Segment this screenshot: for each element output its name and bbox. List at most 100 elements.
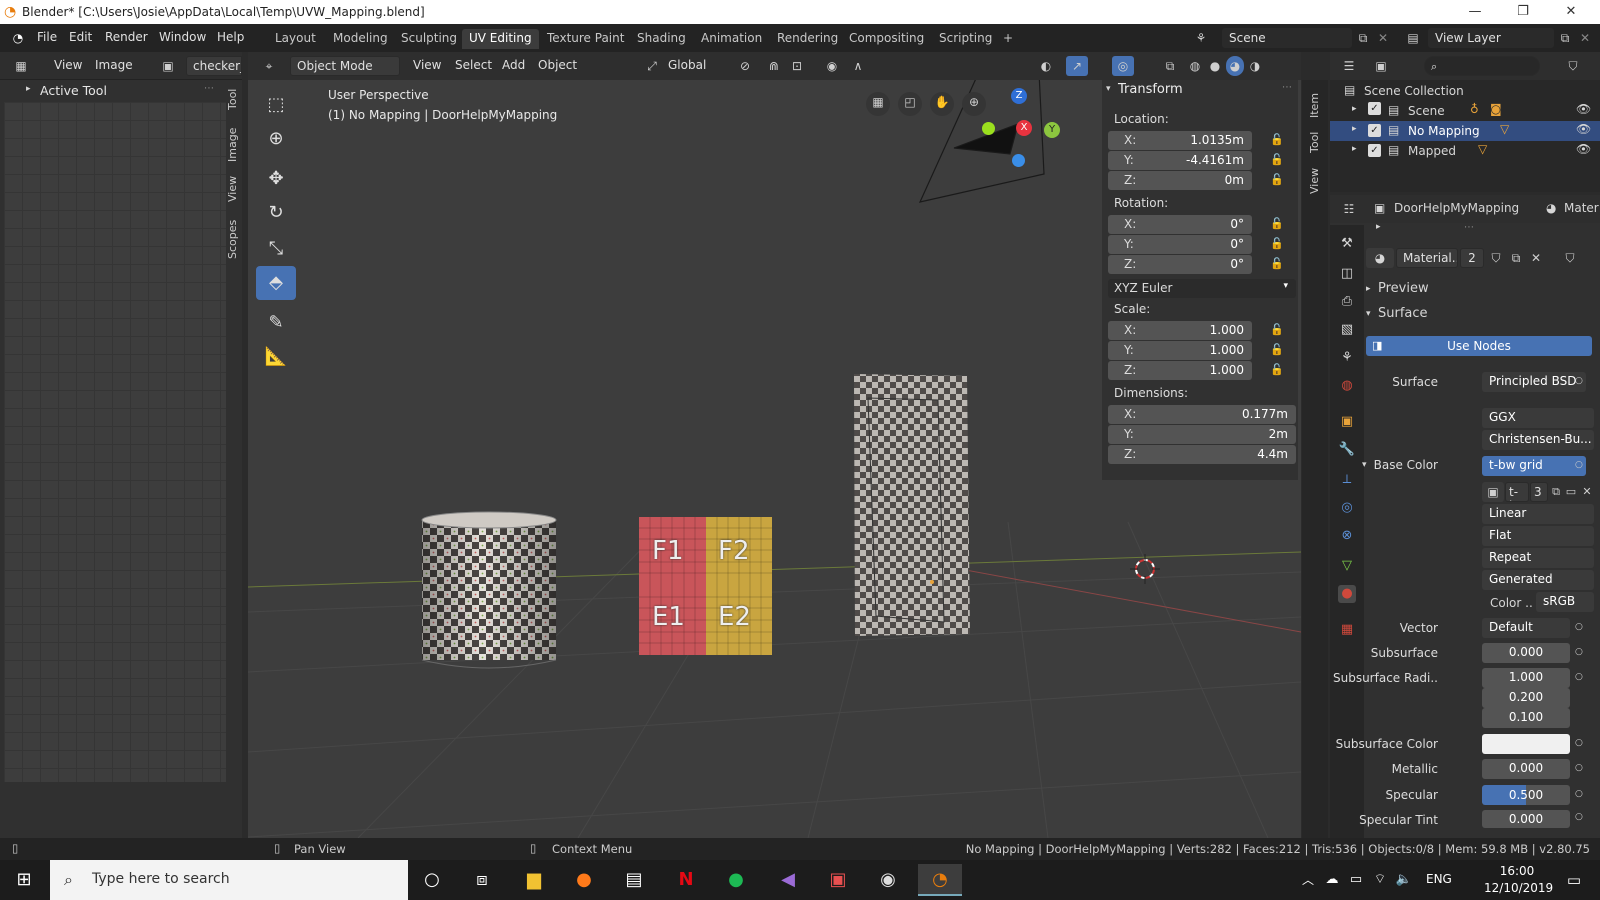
tab-compositing[interactable]: Compositing [842, 29, 931, 49]
specular-tint-field[interactable]: 0.000 [1482, 810, 1570, 828]
socket-dot-icon[interactable]: ○ [1575, 460, 1583, 470]
menu-render[interactable]: Render [105, 30, 148, 44]
constraints-icon[interactable]: ⊗ [1338, 527, 1356, 545]
netflix-icon[interactable]: N [664, 864, 708, 896]
tab-scripting[interactable]: Scripting [932, 29, 999, 49]
socket-dot-icon[interactable]: ○ [1575, 812, 1583, 822]
lock-icon[interactable]: 🔓 [1270, 257, 1284, 270]
viewport-menu-select[interactable]: Select [455, 58, 492, 72]
xray-icon[interactable]: ⧉ [1160, 56, 1180, 76]
overlay-toggle-icon[interactable]: ◎ [1112, 56, 1134, 76]
scene-icon[interactable]: ⚘ [1190, 28, 1212, 48]
specular-slider[interactable]: 0.500 [1482, 785, 1570, 805]
gizmo-z-axis[interactable]: Z [1011, 88, 1027, 104]
lock-icon[interactable]: 🔓 [1270, 217, 1284, 230]
navigation-gizmo[interactable]: Z X Y [978, 88, 1068, 178]
task-view-icon[interactable]: ⧈ [460, 864, 504, 896]
transform-collapse-icon[interactable]: ▾ [1106, 84, 1111, 94]
lock-icon[interactable]: 🔓 [1270, 343, 1284, 356]
image-name-field[interactable]: checker_i [186, 56, 242, 76]
socket-dot-icon[interactable]: ○ [1575, 672, 1583, 682]
move-tool[interactable]: ✥ [256, 162, 296, 196]
subsurface-radius-x-field[interactable]: 1.000 [1482, 668, 1570, 688]
physics-icon[interactable]: ◎ [1338, 499, 1356, 517]
socket-dot-icon[interactable]: ○ [1575, 622, 1583, 632]
eye-icon[interactable]: 👁 [1576, 142, 1591, 156]
uv-menu-image[interactable]: Image [95, 58, 133, 72]
wireframe-shading-icon[interactable]: ◍ [1186, 56, 1204, 76]
tree-row-scene[interactable]: ▸ ✓ ▤ Scene ♁ ◙ 👁 [1330, 101, 1600, 121]
world-icon[interactable]: ◍ [1338, 377, 1356, 395]
annotate-tool[interactable]: ✎ [256, 306, 296, 340]
file-explorer-icon[interactable]: ▆ [512, 864, 556, 896]
lock-icon[interactable]: 🔓 [1270, 133, 1284, 146]
tab-uv-editing[interactable]: UV Editing [462, 29, 539, 49]
3d-cursor[interactable] [1130, 554, 1160, 584]
subsurface-color-swatch[interactable] [1482, 734, 1570, 754]
falloff-icon[interactable]: ∧ [844, 56, 872, 76]
door-object[interactable] [854, 374, 970, 636]
notifications-icon[interactable]: ▭ [1554, 864, 1594, 896]
unlink-icon[interactable]: ✕ [1526, 248, 1546, 268]
render-icon[interactable]: ◫ [1338, 265, 1356, 283]
base-color-texture-field[interactable]: t-bw grid [1482, 456, 1586, 476]
tab-animation[interactable]: Animation [694, 29, 769, 49]
expand-arrow-icon[interactable]: ▸ [1352, 104, 1357, 114]
delete-scene-icon[interactable]: ✕ [1374, 28, 1392, 48]
material-shading-icon[interactable]: ◕ [1226, 56, 1244, 76]
distribution-dropdown[interactable]: GGX [1482, 408, 1594, 428]
lock-icon[interactable]: 🔓 [1270, 237, 1284, 250]
uv-canvas[interactable] [4, 102, 226, 782]
editor-type-icon[interactable]: ▦ [8, 56, 34, 76]
browse-filter-icon[interactable]: ⛉ [1556, 248, 1584, 268]
uv-menu-view[interactable]: View [54, 58, 82, 72]
subsurface-radius-y-field[interactable]: 0.200 [1482, 688, 1570, 708]
add-workspace-button[interactable]: + [996, 29, 1020, 49]
active-tool-header[interactable]: ▸ Active Tool ⋯ [4, 80, 224, 102]
tab-layout[interactable]: Layout [268, 29, 323, 49]
close-button[interactable]: ✕ [1548, 0, 1594, 24]
clock-date[interactable]: 12/10/2019 [1484, 881, 1553, 895]
spotify-icon[interactable]: ● [714, 864, 758, 896]
material-users-count[interactable]: 2 [1460, 248, 1484, 268]
measure-tool[interactable]: 📐 [256, 340, 296, 374]
output-icon[interactable]: ⎙ [1338, 293, 1356, 311]
image-browse-icon[interactable]: ▣ [155, 56, 181, 76]
onedrive-icon[interactable]: ☁ [1320, 864, 1344, 896]
checkbox-icon[interactable]: ✓ [1368, 144, 1381, 157]
scene-icon[interactable]: ⚘ [1338, 349, 1356, 367]
checkbox-icon[interactable]: ✓ [1368, 124, 1381, 137]
github-icon[interactable]: ◉ [866, 864, 910, 896]
windows-start-icon[interactable]: ⊞ [2, 864, 46, 896]
rotate-tool[interactable]: ↻ [256, 196, 296, 230]
blender-taskbar-icon[interactable]: ◔ [918, 864, 962, 896]
uv-tab-scopes[interactable]: Scopes [226, 214, 240, 264]
wifi-icon[interactable]: ⌔ [1368, 864, 1392, 896]
interpolation-dropdown[interactable]: Linear [1482, 504, 1594, 524]
uv-tab-view[interactable]: View [226, 172, 240, 206]
expand-arrow-icon[interactable]: ▸ [1352, 124, 1357, 134]
visibility-icon[interactable]: ◐ [1034, 56, 1058, 76]
outliner-editor-type-icon[interactable]: ☰ [1336, 56, 1362, 76]
image-unlink-icon[interactable]: ✕ [1580, 482, 1594, 502]
calendar-app-icon[interactable]: ▣ [816, 864, 860, 896]
gizmo-x-axis[interactable]: X [1016, 120, 1032, 136]
scale-z-field[interactable]: Z: 1.000 [1108, 361, 1252, 380]
transform-tool[interactable]: ⬘ [256, 266, 296, 300]
image-name-field[interactable]: t-b [1505, 482, 1529, 502]
socket-dot-icon[interactable]: ○ [1575, 789, 1583, 799]
rendered-shading-icon[interactable]: ◑ [1246, 56, 1264, 76]
tool-settings-icon[interactable]: ⚒ [1338, 235, 1356, 253]
tab-sculpting[interactable]: Sculpting [394, 29, 464, 49]
language-indicator[interactable]: ENG [1426, 872, 1452, 886]
properties-editor-type-icon[interactable]: ☷ [1336, 199, 1362, 219]
scene-selector[interactable]: Scene [1222, 28, 1352, 48]
eye-icon[interactable]: 👁 [1576, 122, 1591, 136]
material-tab-icon[interactable]: ● [1338, 585, 1356, 603]
projection-dropdown[interactable]: Flat [1482, 526, 1594, 546]
image-browse-icon[interactable]: ▣ [1482, 482, 1504, 502]
new-scene-icon[interactable]: ⧉ [1354, 28, 1372, 48]
location-z-field[interactable]: Z: 0m [1108, 171, 1252, 190]
mesh-data-icon[interactable]: ▽ [1338, 557, 1356, 575]
proportional-edit-icon[interactable]: ◉ [822, 56, 842, 76]
